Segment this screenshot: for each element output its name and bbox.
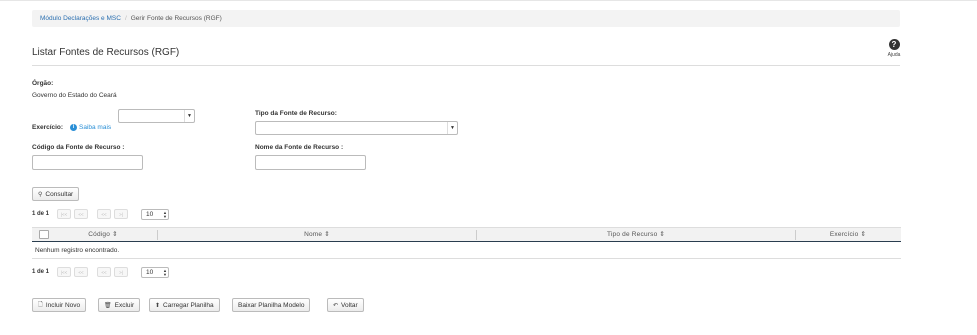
breadcrumb: Módulo Declarações e MSC / Gerir Fonte d… <box>32 10 900 27</box>
chevron-down-icon: ▼ <box>184 110 194 122</box>
pager-bottom: 1 de 1 |<< << << >| 10 ▲ ▼ <box>32 266 170 278</box>
column-header-exercicio[interactable]: Exercício ⇕ <box>796 227 900 242</box>
help-button[interactable]: ? Ajuda <box>884 39 904 58</box>
select-all-checkbox[interactable] <box>39 230 49 239</box>
nome-fonte-input[interactable] <box>255 155 366 170</box>
table-header: Código ⇕ Nome ⇕ Tipo de Recurso ⇕ Exercí… <box>32 227 901 242</box>
upload-icon: ⬆ <box>155 302 161 309</box>
excluir-button[interactable]: 🗑 Excluir <box>98 298 141 312</box>
codigo-fonte-label: Código da Fonte de Recurso : <box>32 144 125 151</box>
pager-first-button[interactable]: |<< <box>57 267 72 277</box>
pager-prev-button[interactable]: << <box>97 267 112 277</box>
voltar-label: Voltar <box>341 301 358 309</box>
carregar-planilha-button[interactable]: ⬆ Carregar Planilha <box>149 298 220 312</box>
back-arrow-icon: ↶ <box>333 302 339 309</box>
baixar-planilha-modelo-label: Baixar Planilha Modelo <box>238 301 305 309</box>
breadcrumb-module-link[interactable]: Módulo Declarações e MSC <box>40 15 121 22</box>
column-header-label: Nome <box>304 231 323 238</box>
search-icon: ⚲ <box>38 191 43 198</box>
saiba-mais-link[interactable]: Saiba mais <box>79 124 111 131</box>
exercicio-select[interactable]: ▼ <box>118 109 195 123</box>
consultar-button[interactable]: ⚲ Consultar <box>32 187 80 201</box>
baixar-planilha-modelo-button[interactable]: Baixar Planilha Modelo <box>232 298 311 312</box>
sort-icon: ⇕ <box>112 231 118 238</box>
question-circle-icon: ? <box>888 39 900 50</box>
sort-icon: ⇕ <box>659 231 666 238</box>
consultar-label: Consultar <box>45 190 74 198</box>
column-header-label: Exercício <box>829 231 859 238</box>
codigo-fonte-input[interactable] <box>32 155 143 170</box>
pager-next-button[interactable]: >| <box>114 267 129 277</box>
nome-fonte-label: Nome da Fonte de Recurso : <box>255 144 344 151</box>
carregar-planilha-label: Carregar Planilha <box>163 301 214 309</box>
pager-top: 1 de 1 |<< << << >| 10 ▲ ▼ <box>32 208 170 220</box>
breadcrumb-current: Gerir Fonte de Recursos (RGF) <box>130 15 222 22</box>
rows-per-page-select[interactable]: 10 ▲ ▼ <box>141 266 170 278</box>
spinner-icon: ▲ ▼ <box>163 209 168 219</box>
pager-prev-button[interactable]: << <box>97 209 112 219</box>
tipo-fonte-label: Tipo da Fonte de Recurso: <box>255 110 337 117</box>
pager-count: 1 de 1 <box>32 211 50 217</box>
rows-per-page-select[interactable]: 10 ▲ ▼ <box>141 208 170 220</box>
title-divider <box>32 65 900 66</box>
chevron-down-icon: ▼ <box>447 122 457 134</box>
orgao-value: Governo do Estado do Ceará <box>32 92 117 99</box>
sort-icon: ⇕ <box>324 231 330 238</box>
column-header-tipo-recurso[interactable]: Tipo de Recurso ⇕ <box>477 227 795 242</box>
tipo-fonte-select[interactable]: ▼ <box>255 121 458 135</box>
pager-prev-block-button[interactable]: << <box>74 209 89 219</box>
empty-message: Nenhum registro encontrado. <box>32 242 901 259</box>
excluir-label: Excluir <box>114 301 135 309</box>
orgao-label: Órgão: <box>32 80 54 87</box>
column-header-nome[interactable]: Nome ⇕ <box>158 227 476 242</box>
pager-count: 1 de 1 <box>32 269 50 275</box>
rows-per-page-value: 10 <box>146 268 154 276</box>
pager-prev-block-button[interactable]: << <box>74 267 89 277</box>
voltar-button[interactable]: ↶ Voltar <box>327 298 364 312</box>
column-header-label: Código <box>88 231 111 238</box>
column-header-label: Tipo de Recurso <box>606 231 658 238</box>
help-label: Ajuda <box>887 52 901 58</box>
breadcrumb-separator: / <box>124 15 127 22</box>
spinner-icon: ▲ ▼ <box>163 267 168 277</box>
incluir-novo-label: Incluir Novo <box>45 301 81 309</box>
page-title: Listar Fontes de Recursos (RGF) <box>32 47 180 58</box>
sort-icon: ⇕ <box>860 231 867 238</box>
trash-icon: 🗑 <box>104 302 112 309</box>
incluir-novo-button[interactable]: 🗋 Incluir Novo <box>32 298 87 312</box>
exercicio-label: Exercício: <box>32 124 64 131</box>
column-header-codigo[interactable]: Código ⇕ <box>49 227 157 242</box>
info-circle-icon: i <box>70 124 77 131</box>
pager-next-button[interactable]: >| <box>114 209 129 219</box>
pager-first-button[interactable]: |<< <box>57 209 72 219</box>
results-table: Código ⇕ Nome ⇕ Tipo de Recurso ⇕ Exercí… <box>32 227 901 259</box>
rows-per-page-value: 10 <box>146 210 154 218</box>
top-divider <box>0 0 977 1</box>
document-icon: 🗋 <box>38 302 43 308</box>
